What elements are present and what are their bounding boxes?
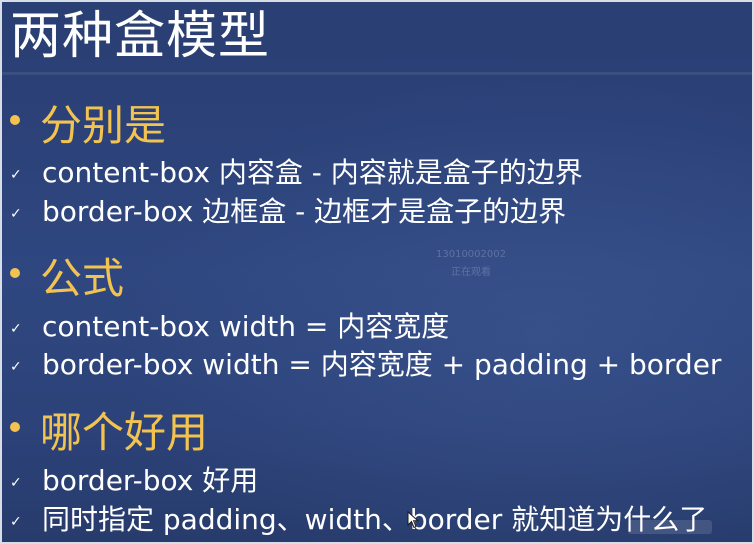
list-item: ✓ 同时指定 padding、width、border 就知道为什么了 <box>10 501 707 539</box>
watermark-status: 正在观看 <box>451 267 491 278</box>
list-item-text: content-box width = 内容宽度 <box>42 310 450 343</box>
section-heading-2: 公式 <box>8 251 124 307</box>
section-heading-text: 公式 <box>40 254 125 303</box>
bullet-dot-icon <box>10 422 20 432</box>
check-mark-icon: ✓ <box>10 475 22 491</box>
list-item: ✓ border-box 好用 <box>10 462 258 500</box>
list-item: ✓ border-box width = 内容宽度 + padding + bor… <box>10 346 721 384</box>
check-mark-icon: ✓ <box>10 206 22 222</box>
slide: 两种盒模型 分别是 ✓ content-box 内容盒 - 内容就是盒子的边界 ✓… <box>0 0 754 544</box>
list-item-text: border-box width = 内容宽度 + padding + bord… <box>42 348 722 381</box>
slide-title: 两种盒模型 <box>10 7 271 66</box>
check-mark-icon: ✓ <box>10 167 22 183</box>
list-item-text: border-box 好用 <box>42 464 259 497</box>
check-mark-icon: ✓ <box>10 359 22 375</box>
section-heading-3: 哪个好用 <box>8 405 208 461</box>
mouse-cursor-icon <box>407 511 419 529</box>
check-mark-icon: ✓ <box>10 321 22 337</box>
list-item: ✓ content-box width = 内容宽度 <box>10 308 449 346</box>
bullet-dot-icon <box>10 115 20 125</box>
section-heading-text: 哪个好用 <box>40 408 209 457</box>
watermark: 13010002002 正在观看 <box>416 246 526 282</box>
list-item-text: 同时指定 padding、width、border 就知道为什么了 <box>42 503 708 536</box>
title-divider <box>2 72 752 75</box>
section-heading-text: 分别是 <box>40 101 167 150</box>
list-item-text: border-box 边框盒 - 边框才是盒子的边界 <box>42 195 567 228</box>
corner-logo <box>628 520 712 534</box>
list-item-text: content-box 内容盒 - 内容就是盒子的边界 <box>42 156 583 189</box>
list-item: ✓ border-box 边框盒 - 边框才是盒子的边界 <box>10 193 566 231</box>
section-heading-1: 分别是 <box>8 98 166 154</box>
watermark-id: 13010002002 <box>436 249 506 260</box>
bullet-dot-icon <box>10 268 20 278</box>
list-item: ✓ content-box 内容盒 - 内容就是盒子的边界 <box>10 154 583 192</box>
check-mark-icon: ✓ <box>10 514 22 530</box>
